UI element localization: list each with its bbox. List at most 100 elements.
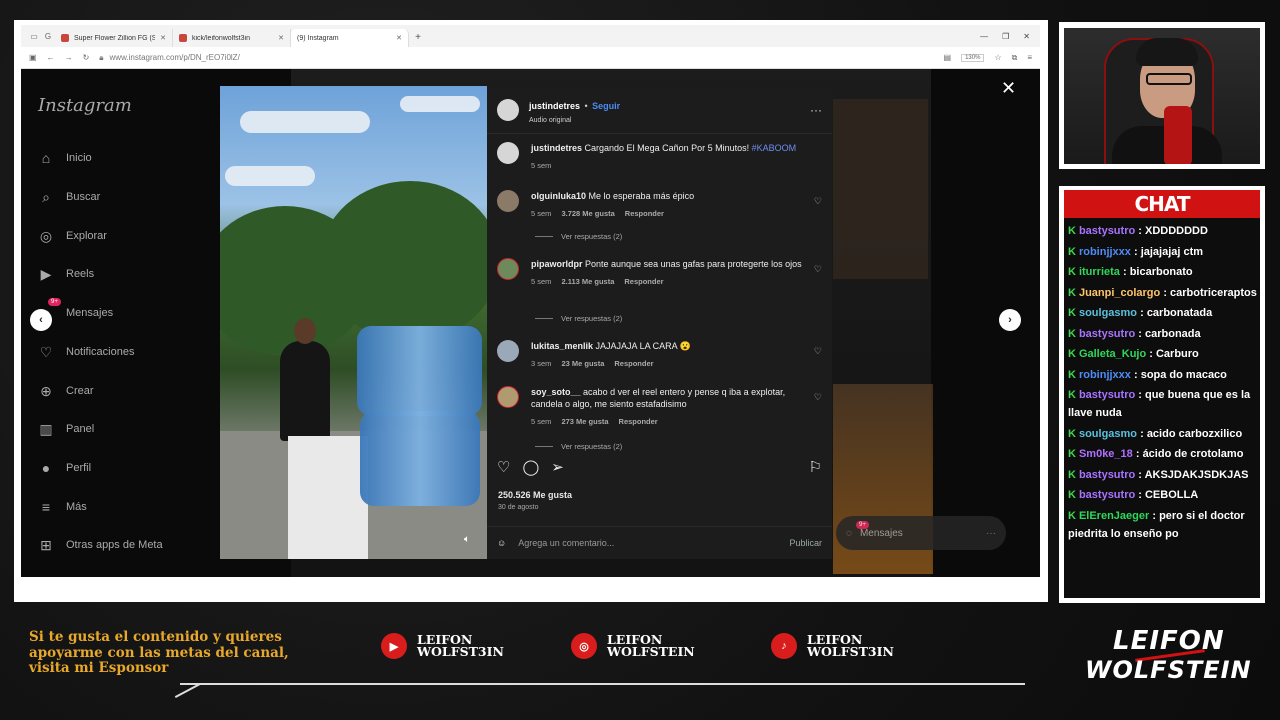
sidebar-item-label: Perfil: [66, 462, 92, 474]
chat-message: Kbastysutro : que buena que es la llave …: [1068, 386, 1258, 422]
sidebar-toggle-icon[interactable]: ▣: [29, 53, 37, 62]
chat-text: : bicarbonato: [1122, 266, 1193, 278]
commenter-avatar[interactable]: [497, 386, 519, 408]
comment-input[interactable]: Agrega un comentario...: [518, 538, 777, 548]
sidebar-item-explorar[interactable]: ◎ Explorar: [38, 228, 107, 244]
restore-icon[interactable]: ❐: [1002, 32, 1009, 41]
tab-close-icon[interactable]: ✕: [160, 34, 166, 42]
chat-text: : ácido de crotolamo: [1135, 448, 1244, 460]
like-comment-icon[interactable]: ♡: [814, 346, 822, 370]
tab-instagram[interactable]: (9) Instagram ✕: [21, 29, 409, 77]
prev-post-button[interactable]: ‹: [30, 309, 52, 331]
volume-icon[interactable]: 🔈︎: [464, 534, 470, 545]
commenter-avatar[interactable]: [497, 258, 519, 280]
sidebar-item-inicio[interactable]: ⌂ Inicio: [38, 150, 92, 166]
tab-kick[interactable]: kick/leifonwolfst3in ✕: [173, 29, 291, 47]
comment-user[interactable]: soy_soto__: [531, 387, 581, 397]
close-icon[interactable]: ✕: [1001, 78, 1016, 99]
tab-bar: ▭ G Super Flower Zillion FG (SF-125 ✕ ki…: [21, 25, 1040, 77]
audio-label[interactable]: Audio original: [529, 117, 620, 124]
author-avatar[interactable]: [497, 98, 519, 121]
chat-username: soulgasmo: [1078, 427, 1138, 440]
comment-likes[interactable]: 3.728 Me gusta: [561, 208, 614, 220]
tab-actions-icon[interactable]: ▭: [27, 25, 41, 47]
social-instagram: ◎ LEIFON WOLFSTEIN: [571, 633, 695, 659]
comment-user[interactable]: olguinluka10: [531, 191, 586, 201]
chat-message: Ksoulgasmo : acido carbozxilico: [1068, 425, 1258, 443]
reload-icon[interactable]: ↻: [83, 53, 90, 62]
comments-list: justindetres Cargando El Mega Cañon Por …: [487, 142, 832, 452]
reply-button[interactable]: Responder: [625, 208, 664, 220]
chat-text: : carbonatada: [1140, 307, 1213, 319]
close-window-icon[interactable]: ✕: [1023, 32, 1030, 41]
publish-button[interactable]: Publicar: [789, 538, 822, 548]
chat-panel: CHAT Kbastysutro : XDDDDDDD Krobinjjxxx :…: [1064, 190, 1260, 598]
sidebar-item-notificaciones[interactable]: ♡ Notificaciones: [38, 343, 135, 360]
messages-pill[interactable]: ◌ 9+ Mensajes ···: [836, 516, 1006, 550]
likes-count[interactable]: 250.526 Me gusta: [498, 490, 572, 500]
tab-close-icon[interactable]: ✕: [396, 34, 402, 42]
commenter-avatar[interactable]: [497, 190, 519, 212]
view-replies-button[interactable]: Ver respuestas (2): [535, 442, 622, 451]
url-field[interactable]: 🔒︎ www.instagram.com/p/DN_rEO7i0lZ/: [99, 53, 933, 63]
hashtag-link[interactable]: #KABOOM: [752, 143, 797, 153]
apps-icon: ⊞: [40, 536, 52, 553]
heart-icon: ♡: [39, 343, 53, 360]
reply-button[interactable]: Responder: [624, 276, 663, 288]
emoji-icon[interactable]: ☺: [497, 538, 506, 548]
url-text: www.instagram.com/p/DN_rEO7i0lZ/: [109, 53, 240, 62]
reader-icon[interactable]: ▤: [944, 53, 952, 62]
back-icon[interactable]: ←: [47, 53, 55, 62]
menu-icon[interactable]: ≡: [1027, 53, 1032, 62]
chat-username: ElErenJaeger: [1078, 509, 1150, 522]
like-comment-icon[interactable]: ♡: [814, 196, 822, 220]
tab-superflower[interactable]: Super Flower Zillion FG (SF-125 ✕: [55, 29, 173, 47]
view-replies-button[interactable]: Ver respuestas (2): [535, 232, 622, 241]
zoom-level[interactable]: 130%: [961, 53, 985, 62]
reply-button[interactable]: Responder: [614, 358, 653, 370]
streamer-hair: [1136, 38, 1198, 66]
sidebar-item-meta-apps[interactable]: ⊞ Otras apps de Meta: [38, 536, 162, 553]
chat-text: : jajajajaj ctm: [1133, 245, 1204, 258]
tree: [320, 181, 487, 341]
like-comment-icon[interactable]: ♡: [814, 264, 822, 288]
author-avatar[interactable]: [497, 142, 519, 164]
like-icon[interactable]: ♡: [497, 458, 510, 476]
sidebar-item-buscar[interactable]: ⌕ Buscar: [38, 189, 100, 205]
comment: pipaworldpr Ponte aunque sea unas gafas …: [497, 258, 822, 288]
minimize-icon[interactable]: —: [980, 32, 988, 41]
comment-likes[interactable]: 23 Me gusta: [561, 358, 604, 370]
sidebar-item-crear[interactable]: ⊕ Crear: [38, 383, 93, 399]
extensions-icon[interactable]: ⧉: [1012, 53, 1018, 63]
google-icon[interactable]: G: [41, 25, 55, 47]
browser-window: ▭ G Super Flower Zillion FG (SF-125 ✕ ki…: [21, 25, 1040, 577]
forward-icon[interactable]: →: [65, 53, 73, 62]
comment-icon[interactable]: ◯: [522, 458, 539, 476]
sidebar-item-mas[interactable]: ≡ Más: [38, 499, 87, 515]
more-options-icon[interactable]: ···: [810, 103, 822, 117]
comment-user[interactable]: lukitas_menlik: [531, 341, 593, 351]
comment-user[interactable]: pipaworldpr: [531, 259, 583, 269]
kick-badge-icon: K: [1068, 307, 1076, 319]
sidebar-item-perfil[interactable]: ● Perfil: [38, 460, 91, 476]
view-replies-button[interactable]: Ver respuestas (2): [535, 314, 622, 323]
bookmark-star-icon[interactable]: ☆: [994, 53, 1001, 62]
social-youtube: ▶ LEIFON WOLFST3IN: [381, 633, 504, 659]
commenter-avatar[interactable]: [497, 340, 519, 362]
next-post-button[interactable]: ›: [999, 309, 1021, 331]
comment-likes[interactable]: 273 Me gusta: [561, 416, 608, 428]
like-comment-icon[interactable]: ♡: [814, 392, 822, 428]
tab-close-icon[interactable]: ✕: [278, 34, 284, 42]
post-video[interactable]: 🔈︎: [220, 86, 487, 559]
sidebar-item-panel[interactable]: ▥ Panel: [38, 421, 94, 437]
new-tab-button[interactable]: +: [409, 29, 427, 47]
save-bookmark-icon[interactable]: ⚐: [809, 458, 822, 476]
reply-button[interactable]: Responder: [619, 416, 658, 428]
caption-user[interactable]: justindetres: [531, 143, 582, 153]
author-name[interactable]: justindetres: [529, 101, 580, 111]
comment-likes[interactable]: 2.113 Me gusta: [561, 276, 614, 288]
share-icon[interactable]: ➢: [551, 458, 564, 476]
sidebar-item-reels[interactable]: ▶ Reels: [38, 266, 95, 282]
follow-button[interactable]: Seguir: [592, 101, 620, 111]
instagram-logo[interactable]: Instagram: [38, 95, 132, 116]
